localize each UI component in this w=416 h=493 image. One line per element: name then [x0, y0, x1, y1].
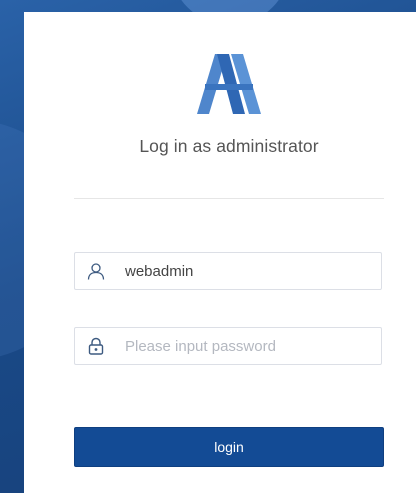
divider: [74, 198, 384, 199]
brand-logo-icon: [197, 54, 261, 114]
lock-icon: [88, 337, 104, 355]
page-title: Log in as administrator: [139, 136, 319, 156]
password-field[interactable]: [74, 327, 382, 365]
username-field[interactable]: [74, 252, 382, 290]
login-button[interactable]: login: [74, 427, 384, 467]
username-input[interactable]: [125, 253, 375, 289]
login-panel: Log in as administrator login: [24, 12, 416, 493]
password-input[interactable]: [125, 328, 375, 364]
user-icon: [87, 263, 105, 280]
